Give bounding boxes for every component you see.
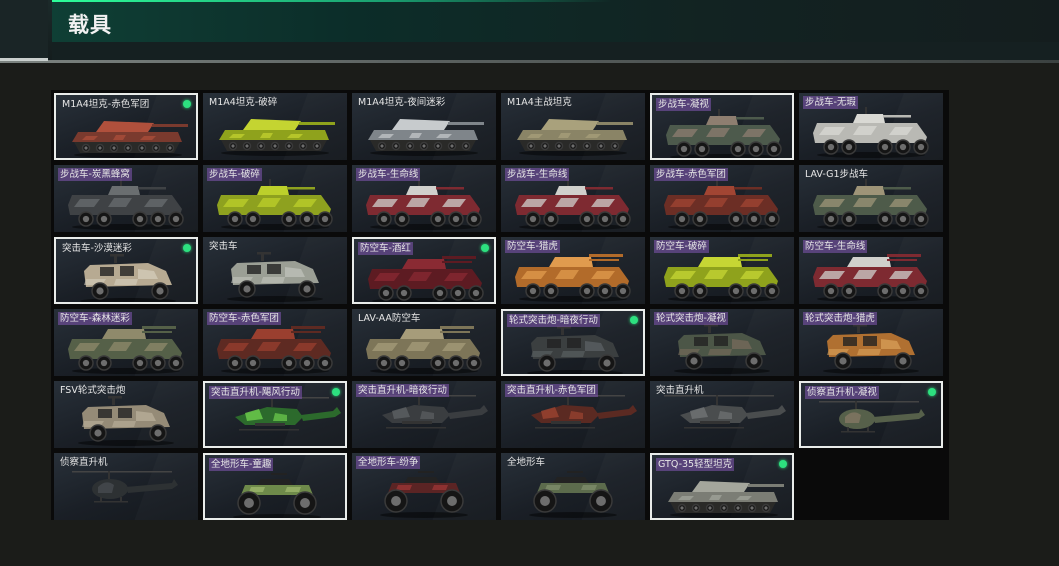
vehicle-name: 全地形车-纷争 (356, 456, 421, 469)
vehicle-name: 突击直升机-飓风行动 (209, 386, 302, 399)
equipped-indicator-icon (481, 244, 489, 252)
vehicle-tile[interactable]: 步战车-炭黑蜂窝 (54, 165, 198, 232)
equipped-indicator-icon (630, 316, 638, 324)
vehicle-name: 全地形车-童趣 (209, 458, 274, 471)
vehicle-name: 防空车-生命线 (803, 240, 868, 253)
vehicle-name: GTQ-35轻型坦克 (656, 458, 735, 471)
vehicle-tile[interactable]: 侦察直升机-凝视 (799, 381, 943, 448)
vehicle-name: 轮式突击炮-猎虎 (803, 312, 877, 325)
vehicle-tile[interactable]: LAV-G1步战车 (799, 165, 943, 232)
vehicle-tile[interactable]: 突击直升机-飓风行动 (203, 381, 347, 448)
vehicle-tile[interactable]: GTQ-35轻型坦克 (650, 453, 794, 520)
vehicle-tile[interactable]: 全地形车 (501, 453, 645, 520)
vehicle-tile[interactable]: M1A4坦克-赤色军团 (54, 93, 198, 160)
vehicle-tile[interactable]: 防空车-破碎 (650, 237, 794, 304)
vehicle-name: M1A4坦克-赤色军团 (62, 99, 150, 110)
vehicle-tile[interactable]: 突击车-沙漠迷彩 (54, 237, 198, 304)
vehicle-name: 防空车-森林迷彩 (58, 312, 132, 325)
vehicle-tile[interactable]: FSV轮式突击炮 (54, 381, 198, 448)
vehicle-tile[interactable]: 防空车-森林迷彩 (54, 309, 198, 376)
vehicle-tile[interactable]: 轮式突击炮-猎虎 (799, 309, 943, 376)
vehicle-name: 步战车-炭黑蜂窝 (58, 168, 132, 181)
equipped-indicator-icon (183, 244, 191, 252)
vehicle-name: M1A4主战坦克 (507, 97, 572, 108)
equipped-indicator-icon (183, 100, 191, 108)
vehicle-tile[interactable]: 步战车-无瑕 (799, 93, 943, 160)
vehicle-tile[interactable]: 步战车-生命线 (501, 165, 645, 232)
vehicle-grid: M1A4坦克-赤色军团 M1A4坦克-破碎 M1A4坦克-夜间迷彩 M1A4主战坦克步… (54, 93, 943, 520)
vehicle-tile[interactable]: 轮式突击炮-凝视 (650, 309, 794, 376)
vehicle-name: 步战车-凝视 (656, 98, 711, 111)
vehicle-tile[interactable]: 步战车-凝视 (650, 93, 794, 160)
vehicle-name: 侦察直升机-凝视 (805, 386, 879, 399)
vehicle-name: 突击车 (209, 241, 238, 252)
vehicle-tile[interactable]: 步战车-破碎 (203, 165, 347, 232)
vehicle-name: 步战车-生命线 (356, 168, 421, 181)
vehicle-name: 轮式突击炮-凝视 (654, 312, 728, 325)
vehicle-name: 防空车-破碎 (654, 240, 709, 253)
vehicle-name: 防空车-酒红 (358, 242, 413, 255)
vehicle-name: 突击直升机-赤色军团 (505, 384, 598, 397)
vehicle-tile[interactable]: 步战车-赤色军团 (650, 165, 794, 232)
header-divider (0, 60, 1059, 63)
equipped-indicator-icon (928, 388, 936, 396)
vehicle-tile[interactable]: 突击直升机-赤色军团 (501, 381, 645, 448)
vehicle-name: 防空车-猎虎 (505, 240, 560, 253)
vehicle-tile[interactable]: 突击直升机 (650, 381, 794, 448)
title-banner (52, 0, 1059, 42)
vehicle-tile[interactable]: 轮式突击炮-暗夜行动 (501, 309, 645, 376)
vehicle-tile[interactable]: 防空车-酒红 (352, 237, 496, 304)
vehicle-tile[interactable]: 步战车-生命线 (352, 165, 496, 232)
vehicle-tile[interactable]: 防空车-赤色军团 (203, 309, 347, 376)
vehicle-tile[interactable]: 全地形车-纷争 (352, 453, 496, 520)
vehicle-name: 防空车-赤色军团 (207, 312, 281, 325)
vehicle-name: FSV轮式突击炮 (60, 385, 126, 396)
vehicle-name: 轮式突击炮-暗夜行动 (507, 314, 600, 327)
vehicle-grid-panel: M1A4坦克-赤色军团 M1A4坦克-破碎 M1A4坦克-夜间迷彩 M1A4主战坦克步… (51, 90, 949, 520)
vehicle-name: LAV-AA防空车 (358, 313, 421, 324)
vehicle-name: 全地形车 (507, 457, 546, 468)
vehicle-name: 突击直升机-暗夜行动 (356, 384, 449, 397)
vehicle-name: 步战车-生命线 (505, 168, 570, 181)
vehicle-tile[interactable]: M1A4坦克-夜间迷彩 (352, 93, 496, 160)
vehicle-tile[interactable]: 防空车-生命线 (799, 237, 943, 304)
title-under-band (52, 42, 1059, 60)
vehicle-name: 步战车-赤色军团 (654, 168, 728, 181)
vehicle-tile[interactable]: M1A4坦克-破碎 (203, 93, 347, 160)
vehicle-tile[interactable]: 突击车 (203, 237, 347, 304)
vehicle-name: 突击车-沙漠迷彩 (62, 243, 132, 254)
top-bar-left-block (0, 0, 48, 60)
vehicle-name: LAV-G1步战车 (805, 169, 869, 180)
equipped-indicator-icon (779, 460, 787, 468)
vehicle-tile[interactable]: M1A4主战坦克 (501, 93, 645, 160)
vehicle-tile[interactable]: 突击直升机-暗夜行动 (352, 381, 496, 448)
vehicle-name: 侦察直升机 (60, 457, 108, 468)
title-accent-line (52, 0, 612, 2)
vehicle-name: M1A4坦克-夜间迷彩 (358, 97, 446, 108)
equipped-indicator-icon (332, 388, 340, 396)
vehicle-name: M1A4坦克-破碎 (209, 97, 278, 108)
vehicle-name: 步战车-破碎 (207, 168, 262, 181)
top-bar: 载具 (0, 0, 1059, 62)
vehicle-tile[interactable]: 防空车-猎虎 (501, 237, 645, 304)
vehicle-tile[interactable]: 全地形车-童趣 (203, 453, 347, 520)
vehicle-name: 步战车-无瑕 (803, 96, 858, 109)
header-divider-highlight (0, 58, 48, 61)
vehicle-tile[interactable]: 侦察直升机 (54, 453, 198, 520)
vehicle-name: 突击直升机 (656, 385, 704, 396)
page-title: 载具 (68, 13, 112, 37)
vehicle-tile[interactable]: LAV-AA防空车 (352, 309, 496, 376)
